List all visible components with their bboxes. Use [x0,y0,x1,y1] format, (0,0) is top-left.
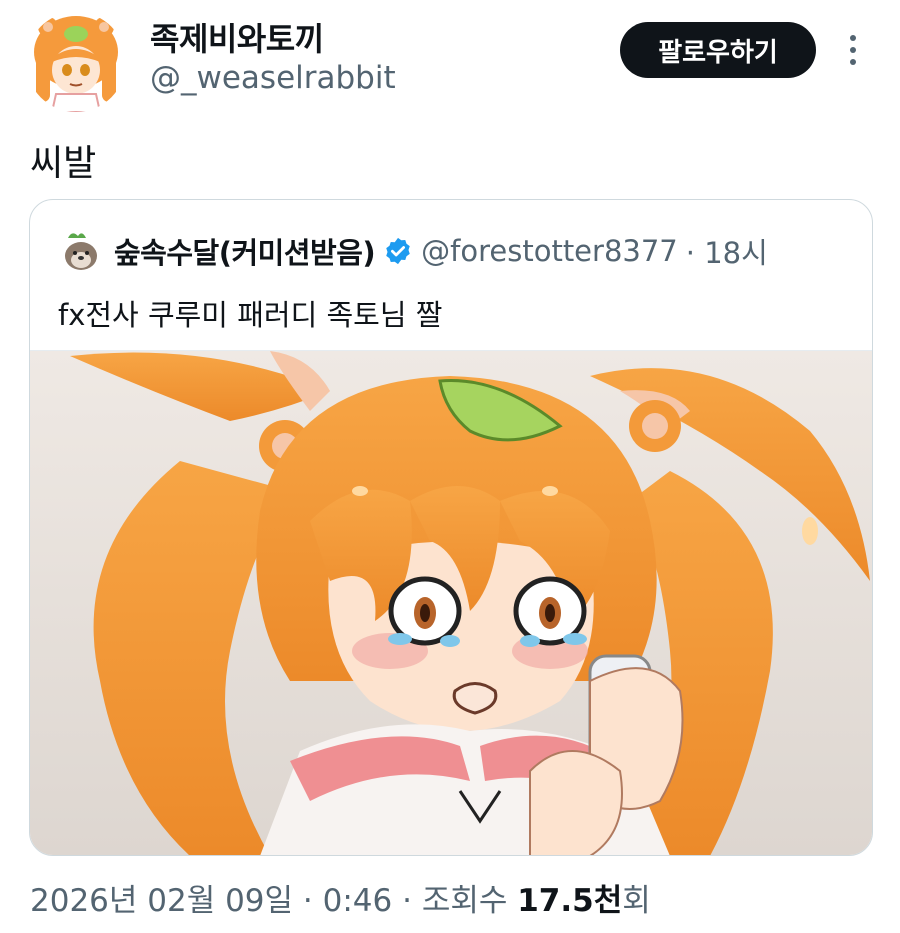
quoted-tweet-card[interactable]: 숲속수달(커미션받음) @forestotter8377 · 18시 fx전사 … [29,199,873,856]
quoted-author-avatar[interactable] [58,228,104,274]
tweet-date[interactable]: 2026년 02월 09일 [30,883,293,919]
author-handle[interactable]: @_weaselrabbit [150,60,396,96]
anime-girl-crying-phone-illustration [30,351,872,855]
quoted-tweet-text: fx전사 쿠루미 패러디 족토님 짤 [58,298,443,332]
tweet-text: 씨발 [30,143,97,184]
meta-separator: · [293,883,323,919]
anime-girl-avatar-icon [26,12,126,112]
views-label: 조회수 [421,883,518,919]
views-count: 17.5천 [517,883,623,919]
quoted-tweet-image[interactable] [30,350,872,855]
follow-button[interactable]: 팔로우하기 [620,22,816,78]
quoted-tweet-header: 숲속수달(커미션받음) @forestotter8377 · 18시 [58,228,858,274]
verified-badge-icon [386,237,410,265]
tweet-time[interactable]: 0:46 [323,883,393,919]
quoted-author-handle[interactable]: @forestotter8377 [421,234,678,268]
otter-avatar-icon [58,228,104,274]
tweet-header: 족제비와토끼 @_weaselrabbit 팔로우하기 [0,0,900,120]
tweet-meta: 2026년 02월 09일 · 0:46 · 조회수 17.5천회 [30,875,651,920]
more-vertical-icon[interactable] [840,30,866,70]
meta-separator: · [392,883,422,919]
author-display-name[interactable]: 족제비와토끼 [150,14,324,60]
views-suffix: 회 [622,883,651,919]
author-avatar[interactable] [26,12,126,112]
quoted-author-display-name[interactable]: 숲속수달(커미션받음) [114,230,376,272]
quoted-tweet-time: · 18시 [685,236,768,270]
